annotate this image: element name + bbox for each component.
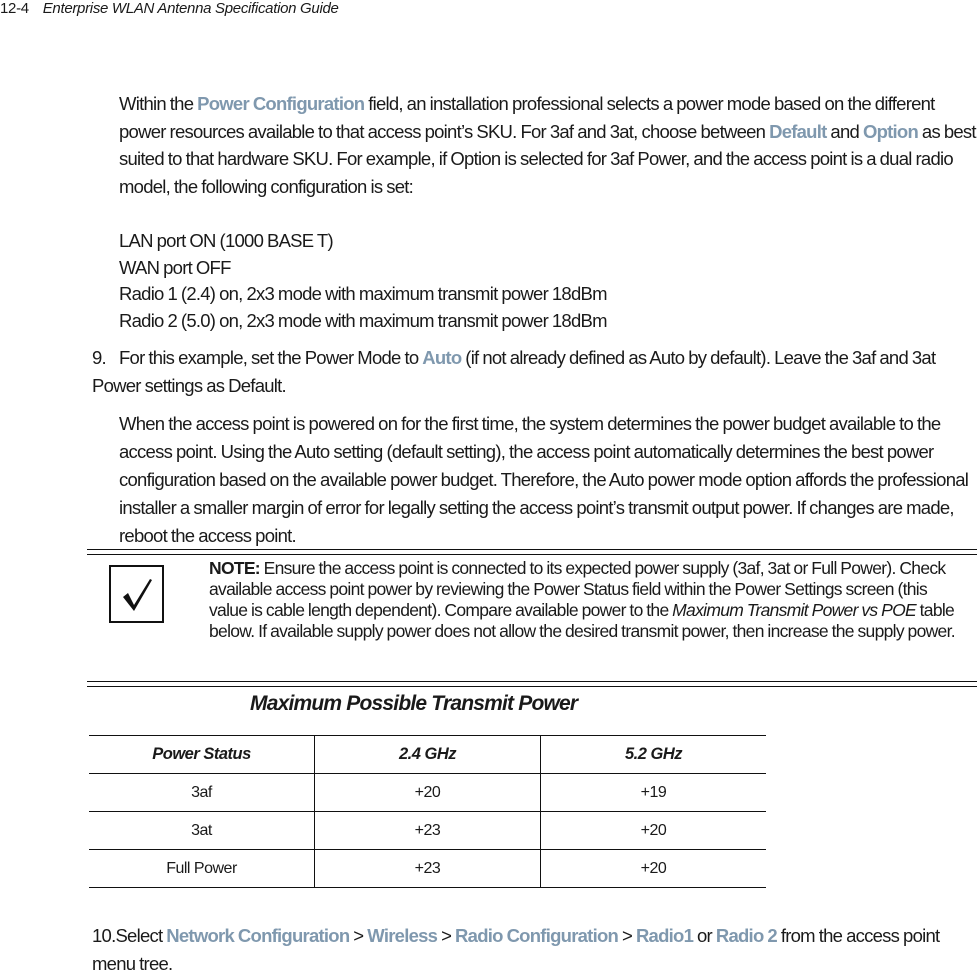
configuration-list: LAN port ON (1000 BASE T) WAN port OFF R… xyxy=(119,228,819,334)
document-title: Enterprise WLAN Antenna Specification Gu… xyxy=(42,0,339,17)
table-header-row: Power Status 2.4 GHz 5.2 GHz xyxy=(89,735,766,774)
table-cell: 3af xyxy=(89,773,315,812)
path-separator: > xyxy=(437,925,456,946)
step-number: 9. xyxy=(92,347,107,368)
transmit-power-table: Power Status 2.4 GHz 5.2 GHz 3af +20 +19… xyxy=(89,735,766,888)
checkmark-icon xyxy=(109,565,164,623)
ui-term-default: Default xyxy=(769,120,827,142)
ui-term-option: Option xyxy=(862,120,919,142)
config-line: WAN port OFF xyxy=(119,256,231,278)
note-label: NOTE: xyxy=(209,558,261,578)
step-9-detail: When the access point is powered on for … xyxy=(119,413,969,546)
path-separator: > xyxy=(349,925,368,946)
table-cell: Full Power xyxy=(89,849,315,888)
intro-paragraph: Within the Power Configuration field, an… xyxy=(119,90,977,200)
text: Select xyxy=(115,925,167,946)
table-cell: +20 xyxy=(314,773,541,812)
text: and xyxy=(826,120,863,142)
table-row: Full Power +23 +20 xyxy=(89,849,766,888)
page-number: 12-4 xyxy=(0,0,29,17)
ui-term-power-configuration: Power Configuration xyxy=(197,93,365,114)
column-header: Power Status xyxy=(89,735,315,774)
step-9: 9. For this example, set the Power Mode t… xyxy=(92,344,977,399)
table-cell: +23 xyxy=(314,849,541,888)
note-text: NOTE: Ensure the access point is connect… xyxy=(209,558,969,642)
step-number: 10. xyxy=(92,925,116,946)
table-reference: Maximum Transmit Power vs POE xyxy=(672,600,917,620)
menu-path-wireless: Wireless xyxy=(367,925,438,946)
config-line: LAN port ON (1000 BASE T) xyxy=(119,230,334,251)
path-separator: > xyxy=(618,925,636,946)
menu-path-radio2: Radio 2 xyxy=(715,925,778,946)
table-cell: 3at xyxy=(89,811,315,850)
note-bottom-rule xyxy=(87,686,977,687)
text: Within the xyxy=(119,93,198,114)
note-top-rule xyxy=(87,549,977,550)
table-title: Maximum Possible Transmit Power xyxy=(250,692,578,715)
table-cell: +20 xyxy=(540,849,766,888)
text: or xyxy=(693,925,716,946)
table-row: 3af +20 +19 xyxy=(89,773,766,812)
config-line: Radio 2 (5.0) on, 2x3 mode with maximum … xyxy=(119,309,608,331)
column-header: 2.4 GHz xyxy=(314,735,541,774)
menu-path-radio-configuration: Radio Configuration xyxy=(455,925,619,946)
menu-path-network-configuration: Network Configuration xyxy=(166,925,350,946)
note-bottom-rule xyxy=(87,681,977,682)
config-line: Radio 1 (2.4) on, 2x3 mode with maximum … xyxy=(119,283,608,304)
page-header: 12-4 Enterprise WLAN Antenna Specificati… xyxy=(0,0,339,17)
column-header: 5.2 GHz xyxy=(540,735,766,774)
ui-term-auto: Auto xyxy=(422,347,462,368)
note-top-rule xyxy=(87,554,977,555)
menu-path-radio1: Radio1 xyxy=(635,925,694,946)
table-cell: +19 xyxy=(540,773,766,812)
table-cell: +23 xyxy=(314,811,541,850)
table-row: 3at +23 +20 xyxy=(89,811,766,850)
text: For this example, set the Power Mode to xyxy=(119,347,423,368)
step-10: 10.Select Network Configuration > Wirele… xyxy=(92,922,977,977)
table-cell: +20 xyxy=(540,811,766,850)
